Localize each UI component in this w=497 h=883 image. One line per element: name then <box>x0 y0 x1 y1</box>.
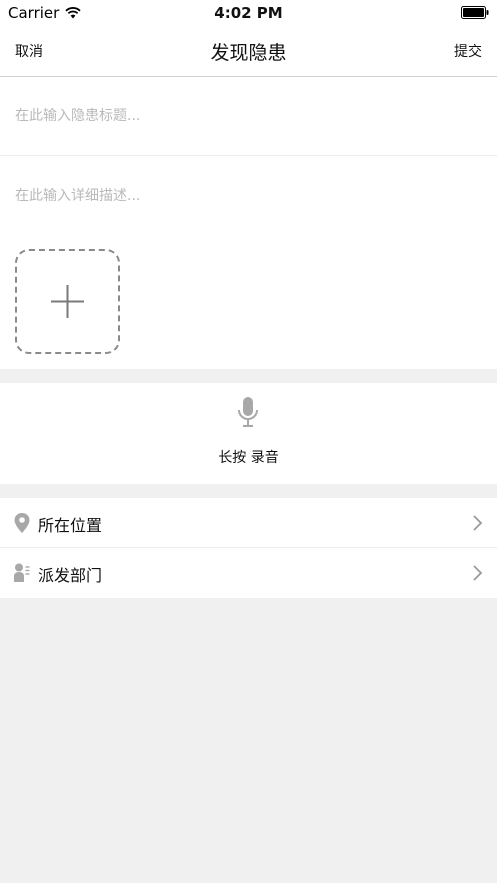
hazard-title-input[interactable]: 在此输入隐患标题... <box>15 105 140 125</box>
form-divider <box>0 155 497 156</box>
voice-record-button[interactable]: 长按 录音 <box>0 383 497 484</box>
navigation-bar: 取消 发现隐患 提交 <box>0 26 497 77</box>
microphone-icon <box>238 397 258 427</box>
list-item-department[interactable]: 派发部门 <box>0 548 497 598</box>
list-item-location[interactable]: 所在位置 <box>0 498 497 548</box>
record-label: 长按 录音 <box>218 450 279 466</box>
add-photo-button[interactable] <box>15 249 120 354</box>
department-person-icon <box>14 563 30 582</box>
plus-icon <box>51 285 84 318</box>
submit-button[interactable]: 提交 <box>454 41 482 61</box>
battery-icon <box>461 6 489 19</box>
settings-list: 所在位置 派发部门 <box>0 498 497 598</box>
list-item-label: 派发部门 <box>38 566 103 585</box>
hazard-description-input[interactable]: 在此输入详细描述... <box>15 185 140 205</box>
status-time: 4:02 PM <box>214 4 283 22</box>
hazard-form: 在此输入隐患标题... 在此输入详细描述... <box>0 77 497 369</box>
page-title: 发现隐患 <box>210 42 287 64</box>
status-bar: Carrier 4:02 PM <box>0 0 497 26</box>
location-pin-icon <box>14 513 30 533</box>
chevron-right-icon <box>473 515 483 531</box>
chevron-right-icon <box>473 565 483 581</box>
list-item-label: 所在位置 <box>38 516 103 535</box>
